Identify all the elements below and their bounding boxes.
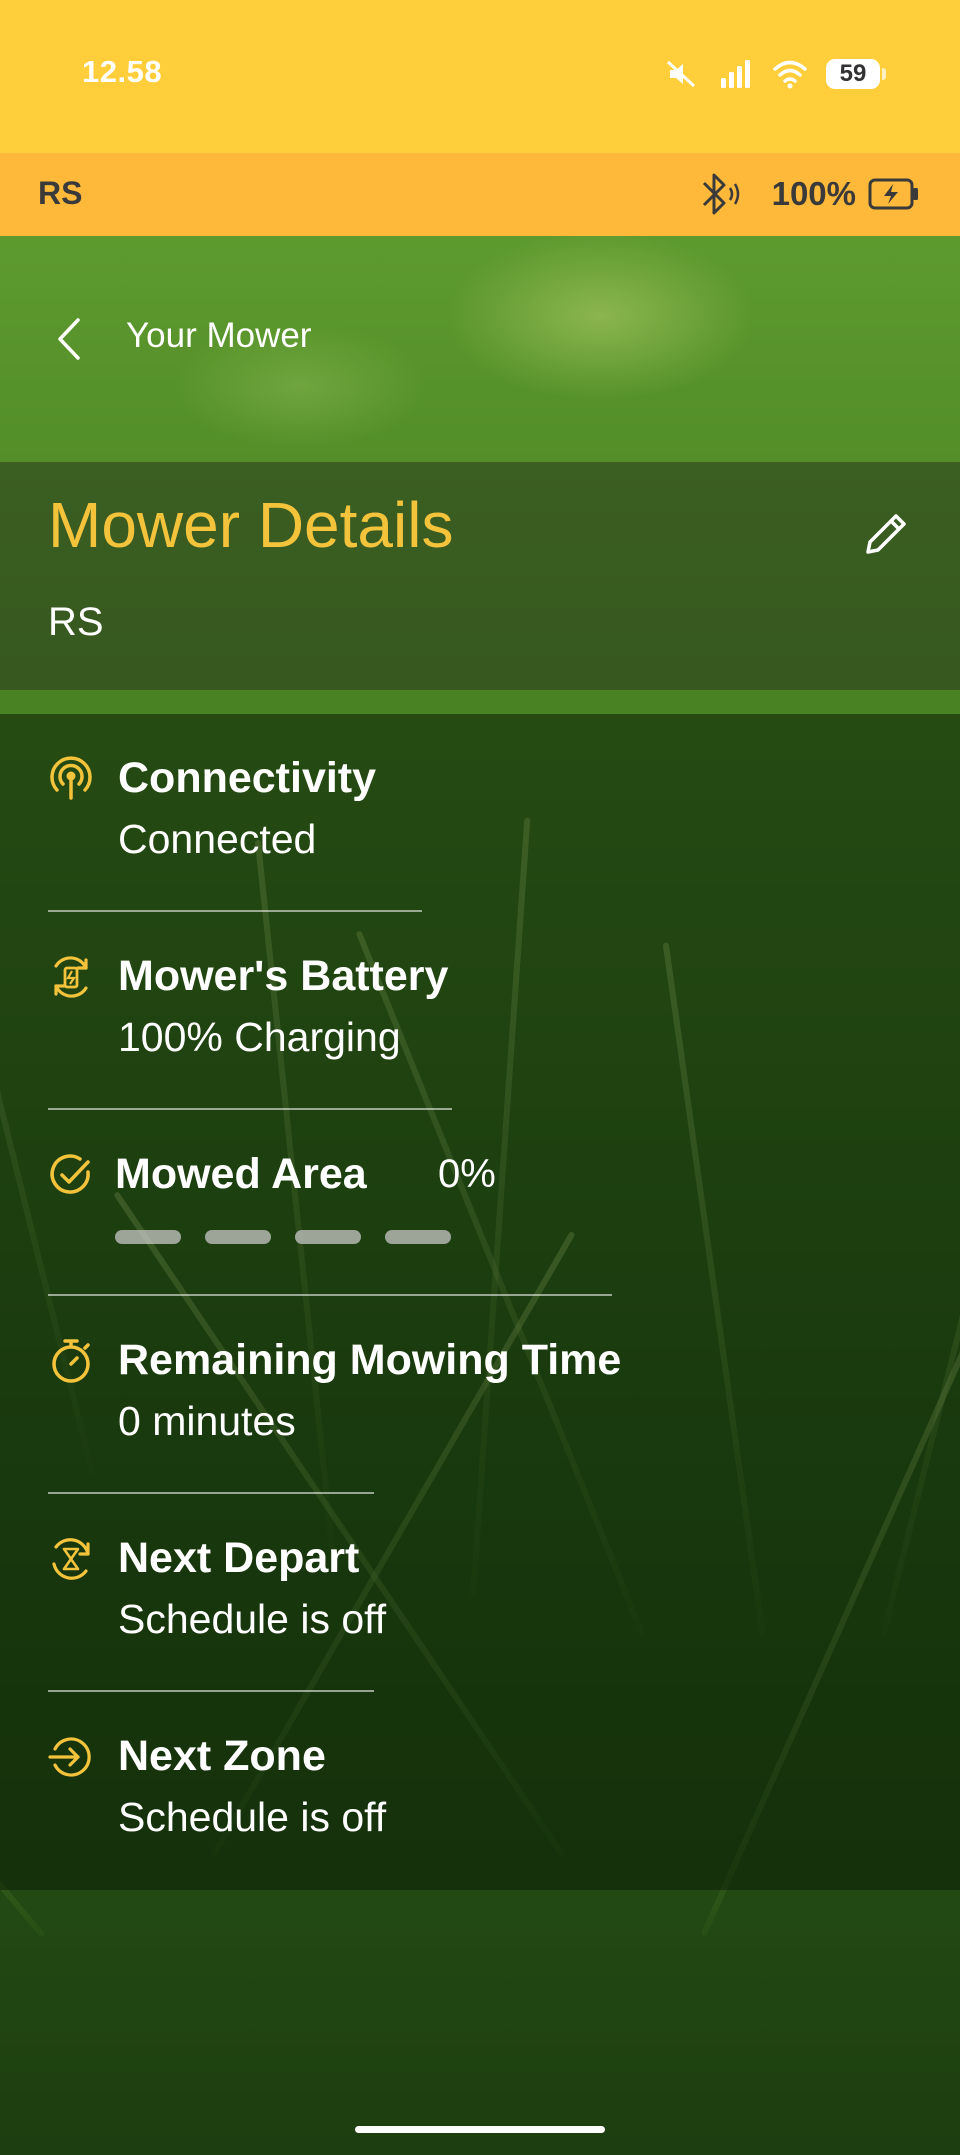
battery-level: 59: [839, 60, 867, 87]
wifi-icon: [773, 60, 807, 89]
status-time: 12.58: [82, 54, 163, 89]
antenna-icon: [50, 756, 92, 800]
check-circle-icon: [50, 1154, 90, 1194]
hourglass-cycle-icon: [52, 1538, 90, 1580]
signal-icon: [721, 60, 750, 88]
device-bar: RS 100%: [0, 153, 960, 236]
progress-segment: [295, 1230, 361, 1244]
mute-icon: [666, 60, 696, 88]
next-zone-value: Schedule is off: [118, 1794, 387, 1840]
remaining-time-value: 0 minutes: [118, 1398, 296, 1444]
next-depart-title: Next Depart: [118, 1534, 360, 1582]
stopwatch-icon: [52, 1339, 90, 1383]
progress-segment: [115, 1230, 181, 1244]
status-bar: 12.58 59: [0, 0, 960, 153]
bluetooth-icon: [702, 173, 739, 215]
battery-value: 100% Charging: [118, 1014, 401, 1060]
page-title: Mower Details: [48, 489, 454, 561]
connectivity-value: Connected: [118, 816, 317, 862]
device-name: RS: [38, 175, 83, 211]
details-panel: Connectivity Connected Mower's Battery 1…: [0, 714, 960, 1890]
device-status: 100%: [698, 171, 920, 217]
charging-battery-icon: [868, 178, 918, 210]
next-depart-value: Schedule is off: [118, 1596, 387, 1642]
progress-segment: [385, 1230, 451, 1244]
mowed-area-title: Mowed Area: [115, 1150, 367, 1198]
mowed-area-progress: [115, 1230, 451, 1244]
battery-title: Mower's Battery: [118, 952, 449, 1000]
divider: [48, 910, 422, 912]
chevron-left-icon[interactable]: [52, 316, 88, 362]
mower-name: RS: [48, 600, 104, 644]
divider: [48, 1492, 374, 1494]
next-zone-title: Next Zone: [118, 1732, 326, 1780]
pencil-icon[interactable]: [858, 506, 914, 562]
divider: [48, 1108, 452, 1110]
mowed-area-value: 0%: [438, 1152, 496, 1196]
nav-row: Your Mower: [0, 300, 960, 380]
header-panel: Mower Details RS: [0, 462, 960, 690]
divider: [48, 1294, 612, 1296]
battery-icon: 59: [826, 59, 886, 89]
back-link[interactable]: Your Mower: [126, 316, 311, 356]
home-indicator[interactable]: [355, 2126, 605, 2133]
connectivity-title: Connectivity: [118, 754, 377, 802]
remaining-time-title: Remaining Mowing Time: [118, 1336, 622, 1384]
device-battery-text: 100%: [771, 175, 856, 212]
divider: [48, 1690, 374, 1692]
progress-segment: [205, 1230, 271, 1244]
battery-cycle-icon: [54, 956, 88, 998]
arrow-right-circle-icon: [48, 1737, 91, 1777]
status-icons: 59: [664, 56, 886, 92]
